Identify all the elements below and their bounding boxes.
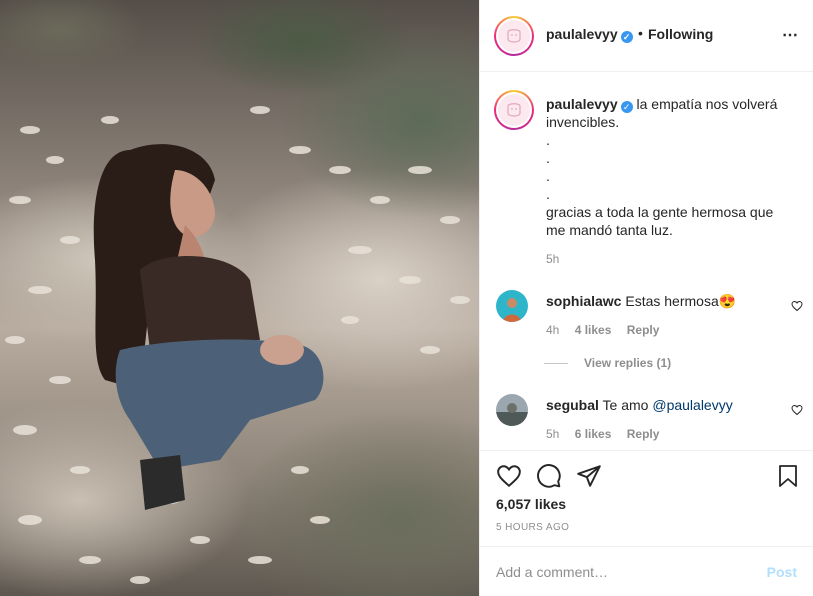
- caption-line: .: [546, 132, 550, 148]
- comment-time[interactable]: 4h: [546, 323, 559, 337]
- comment-icon[interactable]: [536, 463, 562, 489]
- comment-likes[interactable]: 4 likes: [575, 323, 612, 337]
- reply-button[interactable]: Reply: [627, 323, 660, 337]
- caption-line: .: [546, 150, 550, 166]
- commenter-username[interactable]: sophialawc: [546, 293, 621, 309]
- like-count[interactable]: 6,057 likes: [496, 496, 566, 512]
- author-avatar[interactable]: [494, 16, 534, 56]
- verified-badge-icon: ✓: [620, 31, 633, 43]
- view-replies-button[interactable]: View replies (1): [544, 356, 671, 370]
- comment-time[interactable]: 5h: [546, 427, 559, 441]
- comment-like-icon[interactable]: [791, 300, 803, 312]
- post-header: paulalevyy ✓ • Following ⋯: [480, 0, 813, 72]
- avatar-face-icon: [507, 29, 521, 43]
- caption-timestamp[interactable]: 5h: [546, 252, 559, 266]
- heart-icon[interactable]: [496, 463, 522, 489]
- comment-input[interactable]: [496, 561, 746, 583]
- caption-text: paulalevyy ✓ la empatía nos volverá inven…: [546, 95, 796, 239]
- caption-line: .: [546, 168, 550, 184]
- caption-line: .: [546, 186, 550, 202]
- photo-illustration: [5, 106, 470, 584]
- verified-badge-icon: ✓: [620, 101, 633, 113]
- add-comment-bar: Post: [480, 546, 813, 596]
- commenter-username[interactable]: segubal: [546, 397, 599, 413]
- post-timestamp[interactable]: 5 HOURS AGO: [496, 522, 569, 533]
- replies-divider: [544, 363, 568, 365]
- mention-link[interactable]: @paulalevyy: [652, 397, 732, 413]
- comment-text: sophialawc Estas hermosa😍: [546, 293, 737, 309]
- post-comment-button[interactable]: Post: [767, 564, 797, 580]
- paper-plane-icon[interactable]: [576, 463, 602, 489]
- comment-likes[interactable]: 6 likes: [575, 427, 612, 441]
- bookmark-icon[interactable]: [776, 463, 800, 489]
- heart-eyes-emoji: 😍: [718, 293, 737, 309]
- caption-line: gracias a toda la gente hermosa que me m…: [546, 204, 774, 238]
- commenter-avatar[interactable]: [496, 394, 528, 426]
- post-photo[interactable]: [0, 0, 479, 596]
- avatar-face-icon: [507, 103, 521, 117]
- author-username[interactable]: paulalevyy ✓: [546, 26, 633, 43]
- comment-meta: 4h 4 likes Reply: [546, 323, 671, 337]
- more-options-icon[interactable]: ⋯: [782, 25, 799, 45]
- following-button[interactable]: Following: [648, 26, 713, 42]
- comment-like-icon[interactable]: [791, 404, 803, 416]
- post-panel: paulalevyy ✓ • Following ⋯ paulalevyy ✓ la…: [479, 0, 813, 596]
- reply-button[interactable]: Reply: [627, 427, 660, 441]
- caption-username[interactable]: paulalevyy: [546, 96, 618, 112]
- comment-text: segubal Te amo @paulalevyy: [546, 397, 733, 413]
- caption-avatar[interactable]: [494, 90, 534, 130]
- commenter-avatar[interactable]: [496, 290, 528, 322]
- separator-dot: •: [638, 25, 643, 41]
- comment-meta: 5h 6 likes Reply: [546, 427, 671, 441]
